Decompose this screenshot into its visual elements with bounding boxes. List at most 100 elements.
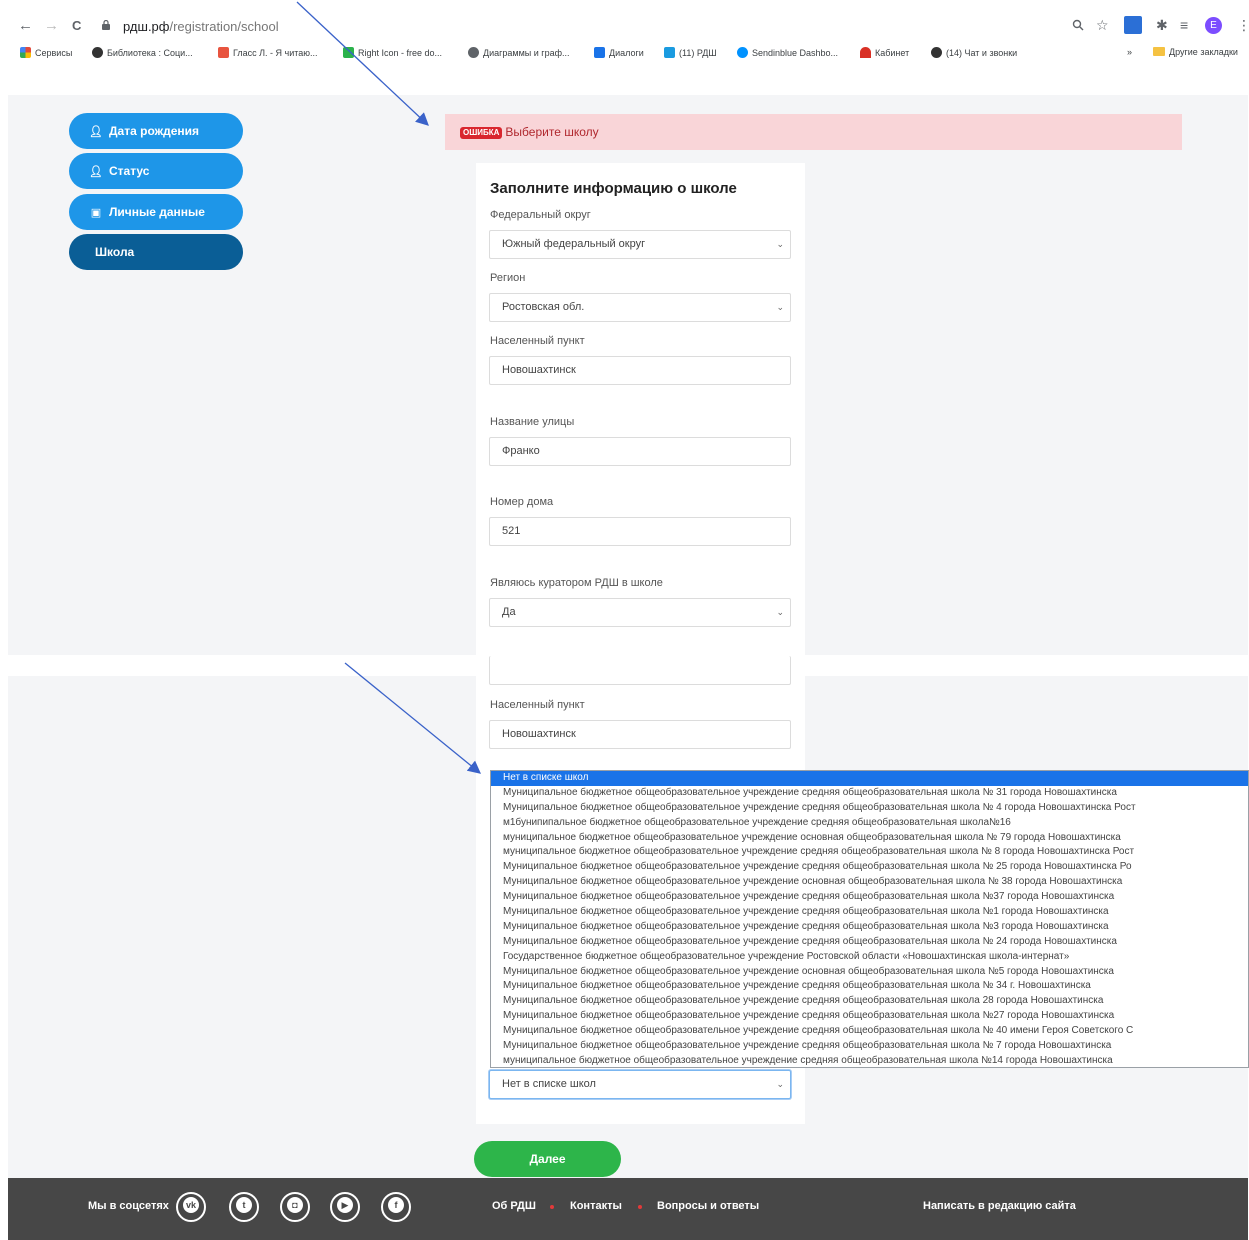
school-option[interactable]: Муниципальное бюджетное общеобразователь… (491, 1024, 1248, 1039)
bookmark-item[interactable]: (14) Чат и звонки (931, 47, 1017, 58)
bookmark-item[interactable]: Гласс Л. - Я читаю... (218, 47, 318, 58)
chevron-down-icon: ⌄ (776, 239, 784, 249)
bookmark-item[interactable]: (11) РДШ (664, 47, 717, 58)
footer-link-about[interactable]: Об РДШ (492, 1200, 536, 1212)
school-option[interactable]: Муниципальное бюджетное общеобразователь… (491, 994, 1248, 1009)
sidebar-item-label: Школа (95, 245, 135, 259)
bookmarks-bar: Сервисы Библиотека : Соци... Гласс Л. - … (0, 42, 1249, 64)
school-select[interactable]: Нет в списке школ ⌄ (489, 1070, 791, 1099)
url-host: рдш.рф (123, 19, 170, 34)
school-option[interactable]: муниципальное бюджетное общеобразователь… (491, 1054, 1248, 1067)
twitter-icon[interactable]: t (229, 1192, 259, 1222)
street-label: Название улицы (490, 416, 575, 428)
school-option[interactable]: м1бунипипальное бюджетное общеобразовате… (491, 816, 1248, 831)
forward-button[interactable]: → (44, 17, 59, 35)
person-icon: 👤︎ (89, 126, 103, 138)
zoom-icon[interactable] (1072, 19, 1084, 31)
id-card-icon: ▣ (90, 207, 102, 219)
school-option[interactable]: Муниципальное бюджетное общеобразователь… (491, 860, 1248, 875)
sidebar-item-school[interactable]: Школа (69, 234, 243, 270)
sidebar-item-label: Дата рождения (109, 124, 200, 138)
school-option[interactable]: Муниципальное бюджетное общеобразователь… (491, 979, 1248, 994)
school-option[interactable]: Нет в списке школ (491, 771, 1248, 786)
bookmark-services[interactable]: Сервисы (20, 47, 72, 58)
school-option[interactable]: Муниципальное бюджетное общеобразователь… (491, 801, 1248, 816)
profile-avatar[interactable]: E (1205, 17, 1222, 34)
school-option[interactable]: муниципальное бюджетное общеобразователь… (491, 845, 1248, 860)
extension-icon[interactable] (1124, 16, 1142, 34)
school-option[interactable]: Муниципальное бюджетное общеобразователь… (491, 875, 1248, 890)
lock-icon (102, 20, 110, 30)
school-option[interactable]: Муниципальное бюджетное общеобразователь… (491, 965, 1248, 980)
region-select-partial[interactable] (489, 656, 791, 685)
reload-button[interactable]: C (72, 17, 81, 35)
facebook-icon[interactable]: f (381, 1192, 411, 1222)
menu-icon[interactable]: ⋮ (1237, 16, 1249, 34)
sidebar-item-birthdate[interactable]: 👤︎ Дата рождения (69, 113, 243, 149)
school-dropdown-list[interactable]: Нет в списке школ Муниципальное бюджетное… (490, 770, 1249, 1068)
curator-label: Являюсь куратором РДШ в школе (490, 577, 663, 589)
url-path: /registration/school (169, 19, 279, 34)
sidebar-item-personal-data[interactable]: ▣ Личные данные (69, 194, 243, 230)
region-label: Регион (490, 272, 526, 284)
bookmark-item[interactable]: Sendinblue Dashbo... (737, 47, 838, 58)
puzzle-icon[interactable]: ✱ (1156, 16, 1168, 34)
school-option[interactable]: Муниципальное бюджетное общеобразователь… (491, 1009, 1248, 1024)
vk-icon[interactable]: vk (176, 1192, 206, 1222)
address-bar[interactable]: рдш.рф/registration/school (123, 19, 279, 34)
next-button[interactable]: Далее (474, 1141, 621, 1177)
city-label: Населенный пункт (490, 335, 585, 347)
footer-separator (638, 1205, 642, 1209)
other-bookmarks[interactable]: Другие закладки (1153, 47, 1238, 57)
curator-select[interactable]: Да ⌄ (489, 598, 791, 627)
school-option[interactable]: Муниципальное бюджетное общеобразователь… (491, 935, 1248, 950)
back-button[interactable]: ← (18, 17, 33, 35)
bookmarks-more-button[interactable]: » (1127, 47, 1132, 57)
school-option[interactable]: Муниципальное бюджетное общеобразователь… (491, 890, 1248, 905)
diagram-icon (468, 47, 479, 58)
district-label: Федеральный округ (490, 209, 591, 221)
house-input[interactable]: 521 (489, 517, 791, 546)
footer-separator (550, 1205, 554, 1209)
city-input[interactable]: Новошахтинск (489, 720, 791, 749)
bookmark-item[interactable]: Диаграммы и граф... (468, 47, 570, 58)
chat-icon (594, 47, 605, 58)
cabinet-icon (860, 47, 871, 58)
school-option[interactable]: Муниципальное бюджетное общеобразователь… (491, 786, 1248, 801)
sidebar-item-status[interactable]: 👤︎ Статус (69, 153, 243, 189)
browser-toolbar: ← → C рдш.рф/registration/school ☆ ✱ ≡ E… (0, 0, 1249, 40)
house-label: Номер дома (490, 496, 554, 508)
school-option[interactable]: Государственное бюджетное общеобразовате… (491, 950, 1248, 965)
street-input[interactable]: Франко (489, 437, 791, 466)
folder-icon (1153, 47, 1165, 56)
form-title: Заполните информацию о школе (490, 180, 737, 197)
bookmark-item[interactable]: Right Icon - free do... (343, 47, 442, 58)
region-select[interactable]: Ростовская обл. ⌄ (489, 293, 791, 322)
school-option[interactable]: муниципальное бюджетное общеобразователь… (491, 831, 1248, 846)
star-icon[interactable]: ☆ (1096, 16, 1109, 34)
site-footer: Мы в соцсетях vk t ◘ ▶ f Об РДШ Контакты… (8, 1178, 1248, 1240)
footer-link-contacts[interactable]: Контакты (570, 1200, 622, 1212)
school-option[interactable]: Муниципальное бюджетное общеобразователь… (491, 920, 1248, 935)
person-icon: 👤︎ (89, 166, 103, 178)
footer-write-editor[interactable]: Написать в редакцию сайта (923, 1200, 1076, 1212)
reading-list-icon[interactable]: ≡ (1180, 16, 1188, 34)
error-tag: ОШИБКА (460, 127, 503, 139)
youtube-icon[interactable]: ▶ (330, 1192, 360, 1222)
globe-icon (92, 47, 103, 58)
bookmark-item[interactable]: Диалоги (594, 47, 644, 58)
error-alert: ОШИБКА Выберите школу (445, 114, 1182, 150)
bookmark-item[interactable]: Библиотека : Соци... (92, 47, 193, 58)
bookmark-item[interactable]: Кабинет (860, 47, 909, 58)
sendinblue-icon (737, 47, 748, 58)
chevron-down-icon: ⌄ (776, 302, 784, 312)
school-option[interactable]: Муниципальное бюджетное общеобразователь… (491, 1039, 1248, 1054)
district-select[interactable]: Южный федеральный округ ⌄ (489, 230, 791, 259)
school-option[interactable]: Муниципальное бюджетное общеобразователь… (491, 905, 1248, 920)
city-input[interactable]: Новошахтинск (489, 356, 791, 385)
city-label: Населенный пункт (490, 699, 585, 711)
rightlcon-icon (343, 47, 354, 58)
footer-link-faq[interactable]: Вопросы и ответы (657, 1200, 759, 1212)
instagram-icon[interactable]: ◘ (280, 1192, 310, 1222)
sidebar-item-label: Личные данные (109, 205, 205, 219)
